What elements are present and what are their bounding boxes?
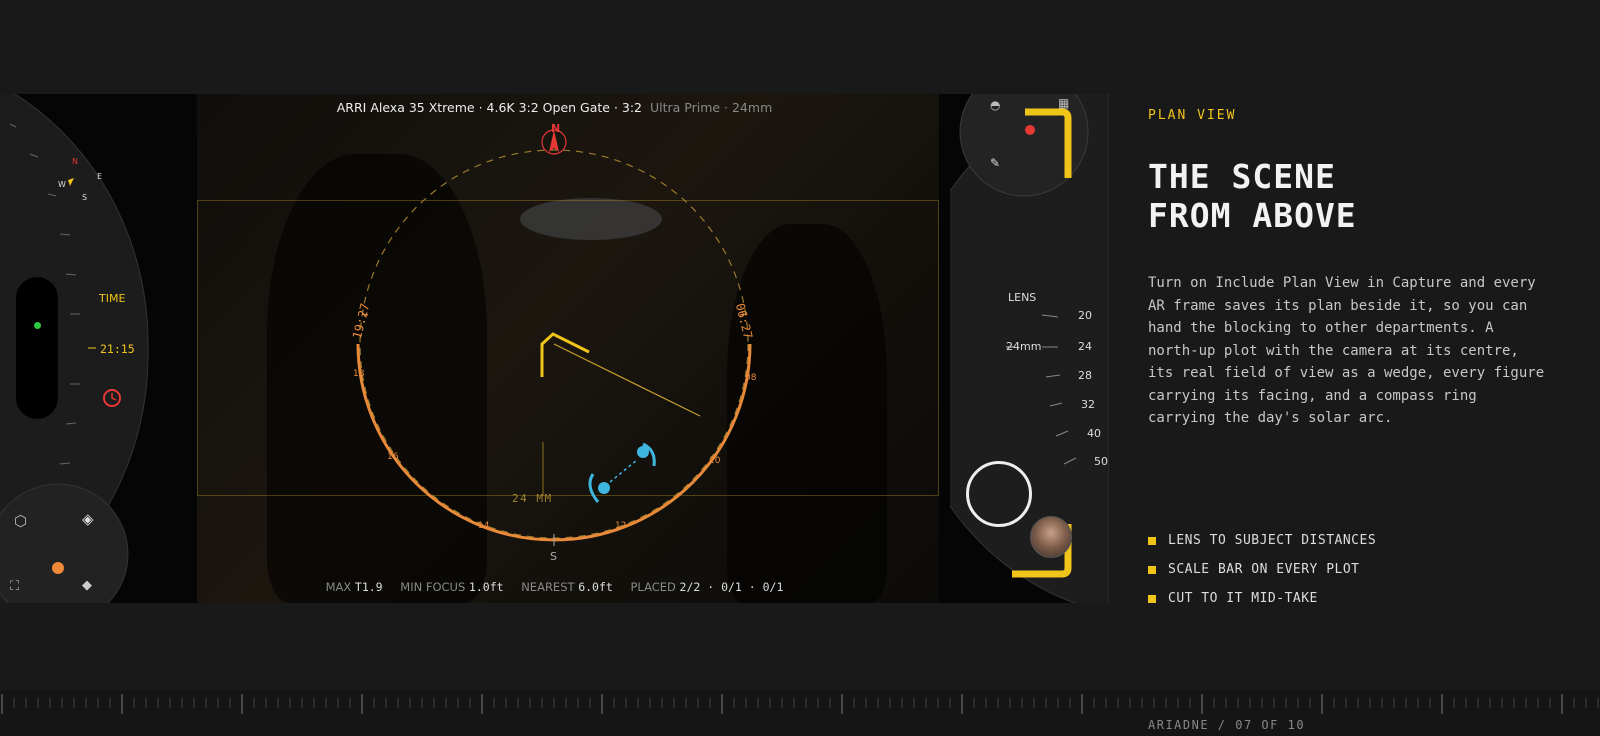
placed-label: PLACED	[630, 580, 676, 594]
hour-label: 16	[387, 452, 399, 462]
lens-value[interactable]: 24mm	[1006, 340, 1041, 353]
page-counter: ARIADNE / 07 OF 10	[1148, 718, 1306, 732]
title-line-1: THE SCENE	[1148, 157, 1336, 196]
title-line-2: FROM ABOVE	[1148, 196, 1357, 235]
exposure-slider[interactable]	[16, 277, 58, 419]
hour-label: 12	[615, 521, 627, 531]
avatar[interactable]	[1030, 516, 1072, 558]
max-value: T1.9	[354, 580, 383, 594]
gallery-icon[interactable]: ◓	[990, 98, 1000, 112]
compass-e: E	[97, 172, 103, 181]
description: Turn on Include Plan View in Capture and…	[1148, 275, 1545, 426]
focal-tick: 50	[1094, 455, 1108, 468]
grid-icon[interactable]: ▦	[1058, 96, 1069, 110]
nearest-label: NEAREST	[521, 580, 575, 594]
solar-arc	[356, 343, 752, 542]
list-item-label: CUT TO IT MID-TAKE	[1168, 591, 1318, 606]
max-label: MAX	[325, 580, 352, 594]
focal-tick: 32	[1081, 398, 1095, 411]
compass-n: N	[72, 157, 78, 166]
hour-label: 08	[745, 373, 757, 383]
list-item: CUT TO IT MID-TAKE	[1148, 591, 1376, 620]
aperture-icon[interactable]: ⬡	[14, 512, 27, 530]
focal-tick: 40	[1087, 427, 1101, 440]
pin-icon[interactable]: ✎	[990, 156, 1000, 170]
right-dial-panel: ◓ ▦ ✎ LENS 24mm 20 24 28 32 40 50	[950, 94, 1109, 603]
bullet-square	[1148, 537, 1156, 545]
minfocus-value: 1.0ft	[468, 580, 504, 594]
feature-list: LENS TO SUBJECT DISTANCES SCALE BAR ON E…	[1148, 533, 1376, 620]
compass-s: S	[82, 193, 88, 202]
list-item: LENS TO SUBJECT DISTANCES	[1148, 533, 1376, 562]
progress-ruler	[0, 690, 1600, 736]
compass-w: W	[58, 180, 66, 189]
page-title: THE SCENE FROM ABOVE	[1148, 157, 1357, 235]
layers-icon[interactable]: ◈	[82, 510, 94, 528]
placed-value: 2/2 · 0/1 · 0/1	[679, 580, 784, 594]
camera-icon	[540, 332, 701, 496]
hour-label: 18	[353, 369, 365, 379]
scan-icon[interactable]: ⛶	[10, 579, 19, 594]
slider-indicator	[34, 322, 41, 329]
south-label: S	[550, 550, 557, 563]
section-eyebrow: PLAN VIEW	[1148, 108, 1237, 123]
time-label: TIME	[99, 292, 126, 305]
hour-label: 14	[478, 521, 490, 531]
ruler-ticks	[1, 694, 1599, 714]
focal-tick: 24	[1078, 340, 1092, 353]
eye-icon[interactable]: ◆	[82, 578, 92, 593]
left-dial-panel: N E S W TIME 21:15 ⬡ ◈ ⛶ ◆	[0, 94, 200, 603]
figure-markers	[588, 442, 656, 503]
lens-label: LENS	[1008, 291, 1037, 304]
list-item-label: LENS TO SUBJECT DISTANCES	[1168, 533, 1377, 548]
nearest-value: 6.0ft	[578, 580, 613, 594]
top-band	[0, 0, 1600, 94]
list-item-label: SCALE BAR ON EVERY PLOT	[1168, 562, 1360, 577]
lens-mm-label: 24 MM	[512, 492, 553, 505]
bullet-square	[1148, 566, 1156, 574]
shutter-button[interactable]	[966, 461, 1032, 527]
hour-label: 10	[709, 456, 721, 466]
north-label: N	[551, 122, 561, 135]
time-value[interactable]: 21:15	[100, 342, 135, 356]
focal-tick: 20	[1078, 309, 1092, 322]
list-item: SCALE BAR ON EVERY PLOT	[1148, 562, 1376, 591]
minfocus-label: MIN FOCUS	[400, 580, 466, 594]
bullet-square	[1148, 595, 1156, 603]
focal-tick: 28	[1078, 369, 1092, 382]
